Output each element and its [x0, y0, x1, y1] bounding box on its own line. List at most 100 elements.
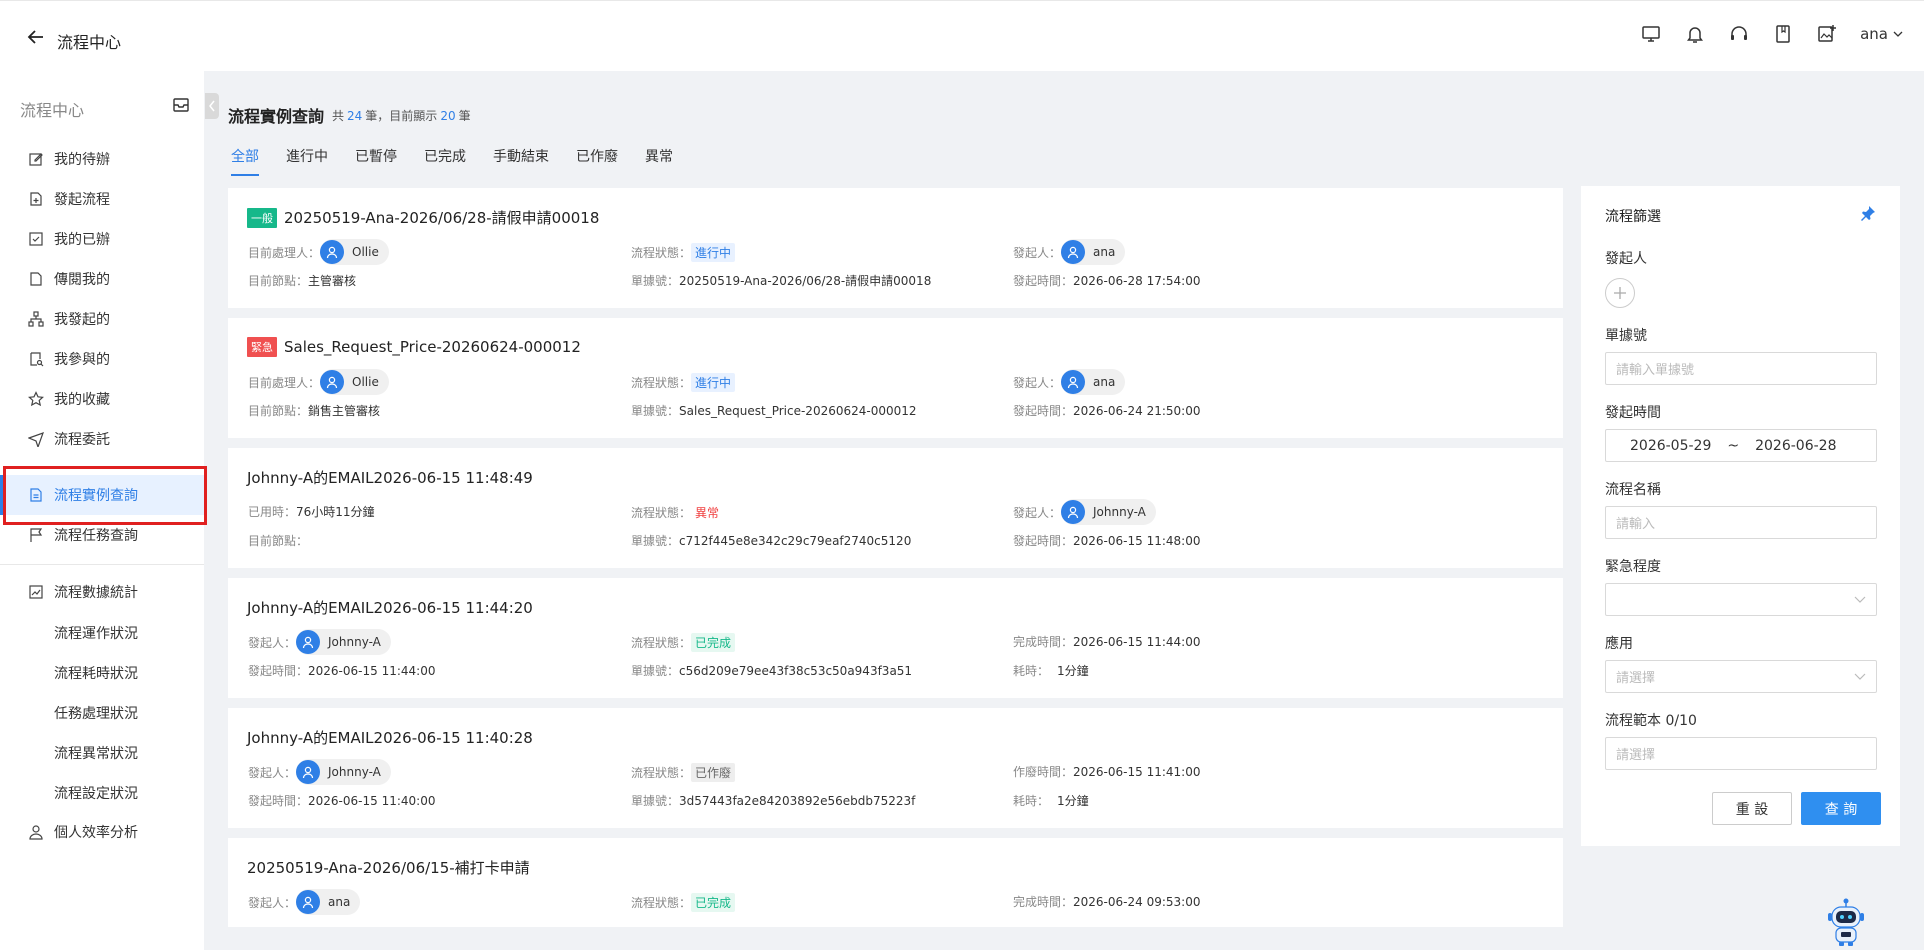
image-add-icon[interactable]: [1816, 23, 1838, 45]
avatar: [1061, 500, 1086, 524]
field-label: 發起時間：: [248, 794, 309, 808]
field-label: 流程狀態：: [631, 636, 692, 650]
card-field: 耗時： 1分鐘: [1013, 662, 1089, 679]
card-field: 流程狀態： 異常: [631, 503, 724, 522]
book-icon[interactable]: [1772, 23, 1794, 45]
tab-abnormal[interactable]: 異常: [645, 146, 673, 176]
tab-in-progress[interactable]: 進行中: [286, 146, 328, 176]
sidebar-item-label: 流程實例查詢: [54, 488, 138, 504]
header-toolbar: ana: [1640, 23, 1904, 45]
field-label: 單據號：: [631, 664, 680, 678]
user-menu[interactable]: ana: [1860, 25, 1904, 43]
tab-completed[interactable]: 已完成: [424, 146, 466, 176]
sidebar-item-favorites[interactable]: 我的收藏: [0, 379, 204, 419]
field-label: 單據號：: [631, 274, 680, 288]
sidebar-subitem[interactable]: 流程異常狀況: [54, 743, 138, 763]
sidebar-item-label: 我發起的: [54, 312, 110, 328]
sidebar-item-instance-query[interactable]: 流程實例查詢: [0, 475, 204, 515]
field-value: 2026-06-15 11:48:00: [1073, 533, 1201, 548]
card-field: 目前處理人： Ollie: [248, 239, 389, 265]
sidebar-item-start-process[interactable]: 發起流程: [0, 179, 204, 219]
process-card[interactable]: 緊急 Sales_Request_Price-20260624-000012 目前…: [228, 318, 1563, 438]
card-field: 發起時間： 2026-06-15 11:48:00: [1013, 532, 1200, 549]
date-range-picker[interactable]: 2026-05-29 ~ 2026-06-28: [1605, 429, 1877, 462]
tab-manual-end[interactable]: 手動結束: [493, 146, 549, 176]
card-title-text: Johnny-A的EMAIL2026-06-15 11:40:28: [247, 729, 533, 747]
filter-panel: 流程篩選 發起人 單據號 請輸入單據號 發起時間 2026-05-29 ~ 20…: [1581, 186, 1900, 846]
card-field: 耗時： 1分鐘: [1013, 792, 1089, 809]
user-name: ana: [1093, 375, 1116, 389]
bell-icon[interactable]: [1684, 23, 1706, 45]
field-label: 發起人：: [1013, 245, 1062, 260]
process-name-input[interactable]: 請輸入: [1605, 506, 1877, 539]
field-value: c712f445e8e342c29c79eaf2740c5120: [679, 533, 912, 548]
user-name: ana: [1860, 25, 1888, 43]
sidebar-subitem[interactable]: 流程運作狀況: [54, 623, 138, 643]
status-badge: 異常: [691, 503, 724, 522]
user-icon: [1067, 246, 1079, 259]
back-arrow-icon[interactable]: [26, 27, 46, 47]
process-card[interactable]: Johnny-A的EMAIL2026-06-15 11:48:49 已用時： 76…: [228, 448, 1563, 568]
file-icon: [30, 272, 42, 286]
app-label: 應用: [1605, 636, 1633, 652]
add-initiator-button[interactable]: [1605, 278, 1635, 308]
card-field: 目前節點： 銷售主管審核: [248, 402, 380, 419]
date-label: 發起時間: [1605, 405, 1661, 421]
urgency-select[interactable]: [1605, 583, 1877, 616]
tab-paused[interactable]: 已暫停: [355, 146, 397, 176]
sidebar-item-label: 傳閱我的: [54, 272, 110, 288]
card-field: 單據號： c56d209e79ee43f38c53c50a943f3a51: [631, 662, 912, 679]
card-field: 發起人： Johnny-A: [1013, 499, 1156, 525]
template-select[interactable]: 請選擇: [1605, 737, 1877, 770]
process-card[interactable]: Johnny-A的EMAIL2026-06-15 11:44:20 發起人： Jo…: [228, 578, 1563, 698]
doc-no-input[interactable]: 請輸入單據號: [1605, 352, 1877, 385]
search-button[interactable]: 查 詢: [1801, 792, 1881, 825]
field-label: 目前處理人：: [248, 245, 321, 260]
sidebar-item-statistics[interactable]: 流程數據統計: [0, 572, 204, 612]
sidebar-item-my-done[interactable]: 我的已辦: [0, 219, 204, 259]
card-title-text: Johnny-A的EMAIL2026-06-15 11:44:20: [247, 599, 533, 617]
sidebar-item-delegation[interactable]: 流程委託: [0, 419, 204, 459]
user-icon: [1067, 506, 1079, 519]
user-name: Ollie: [352, 375, 379, 389]
avatar: [1061, 240, 1086, 264]
sidebar-subitem[interactable]: 任務處理狀況: [54, 703, 138, 723]
user-name: Ollie: [352, 245, 379, 259]
sidebar-item-my-todo[interactable]: 我的待辦: [0, 139, 204, 179]
sidebar-item-participated[interactable]: 我參與的: [0, 339, 204, 379]
sidebar-item-initiated[interactable]: 我發起的: [0, 299, 204, 339]
tab-voided[interactable]: 已作廢: [576, 146, 618, 176]
app-placeholder: 請選擇: [1616, 671, 1656, 686]
card-field: 發起人： Johnny-A: [248, 629, 391, 655]
sidebar-item-circulated[interactable]: 傳閱我的: [0, 259, 204, 299]
sidebar-item-personal-efficiency[interactable]: 個人效率分析: [0, 812, 204, 852]
sidebar: 流程中心 我的待辦 發起流程 我的已辦 傳閱我的 我發起的 我參與的 我的收藏 …: [0, 71, 204, 950]
headset-icon[interactable]: [1728, 23, 1750, 45]
monitor-icon[interactable]: [1640, 23, 1662, 45]
plus-icon: [1614, 287, 1626, 299]
chevron-down-icon: [1893, 31, 1903, 37]
card-title: 20250519-Ana-2026/06/15-補打卡申請: [247, 857, 530, 878]
process-card[interactable]: 一般 20250519-Ana-2026/06/28-請假申請00018 目前處理…: [228, 188, 1563, 308]
sidebar-subitem[interactable]: 流程設定狀況: [54, 783, 138, 803]
reset-button[interactable]: 重 設: [1712, 792, 1792, 825]
user-chip: ana: [1061, 239, 1126, 265]
pin-icon[interactable]: [1860, 205, 1876, 221]
inbox-icon[interactable]: [172, 96, 190, 114]
initiator-label: 發起人: [1605, 251, 1647, 267]
app-select[interactable]: 請選擇: [1605, 660, 1877, 693]
process-card[interactable]: Johnny-A的EMAIL2026-06-15 11:40:28 發起人： Jo…: [228, 708, 1563, 828]
tab-all[interactable]: 全部: [231, 146, 259, 176]
sidebar-item-task-query[interactable]: 流程任務查詢: [0, 515, 204, 555]
status-badge: 進行中: [691, 243, 736, 262]
sidebar-collapse-toggle[interactable]: [205, 93, 219, 119]
field-value: 20250519-Ana-2026/06/28-請假申請00018: [679, 274, 932, 288]
field-value: c56d209e79ee43f38c53c50a943f3a51: [679, 663, 913, 678]
process-card[interactable]: 20250519-Ana-2026/06/15-補打卡申請 發起人： ana 流程…: [228, 838, 1563, 927]
robot-assistant-icon[interactable]: [1824, 897, 1868, 947]
sidebar-item-label: 我的待辦: [54, 152, 110, 168]
user-chip: Johnny-A: [296, 629, 391, 655]
field-label: 目前處理人：: [248, 375, 321, 390]
field-value: 1分鐘: [1057, 794, 1089, 808]
sidebar-subitem[interactable]: 流程耗時狀況: [54, 663, 138, 683]
